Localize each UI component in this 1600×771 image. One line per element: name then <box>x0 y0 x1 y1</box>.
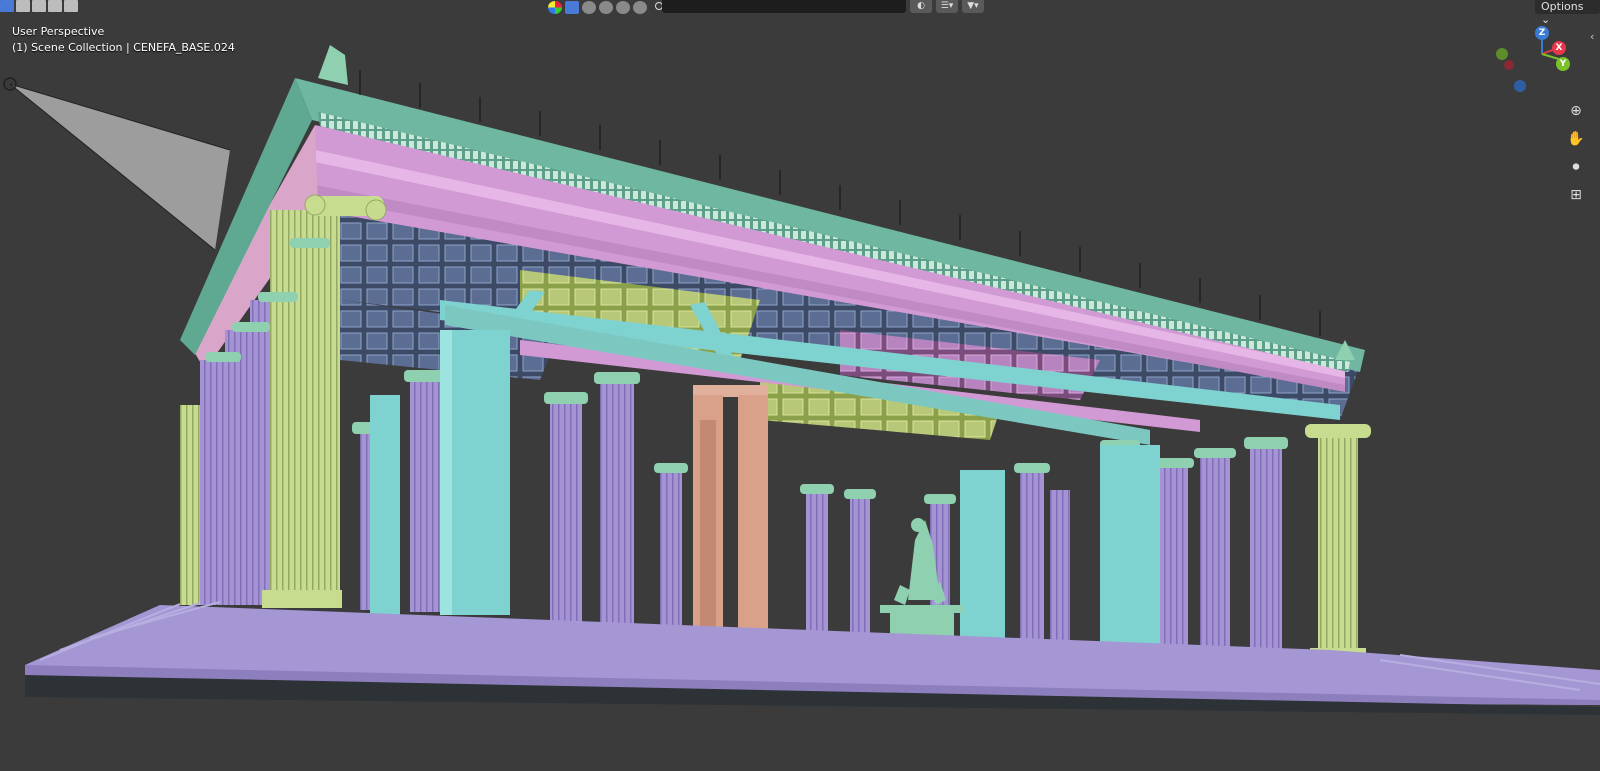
select-extend-icon[interactable] <box>16 0 30 12</box>
viewport-info: User Perspective (1) Scene Collection | … <box>12 24 235 56</box>
search-input[interactable] <box>662 0 906 13</box>
sidebar-toggle-icon[interactable]: ‹ <box>1590 30 1594 43</box>
grid-icon[interactable]: ⊞ <box>1565 184 1587 206</box>
select-mode-toolbar[interactable] <box>0 0 78 12</box>
hand-icon[interactable]: ✋ <box>1565 128 1587 150</box>
overlay-toggle-icon[interactable]: ◐ <box>910 0 932 13</box>
navigation-gizmo[interactable]: Z X Y <box>1496 24 1590 104</box>
camera-icon[interactable]: ⏺ <box>1565 156 1587 178</box>
z-label: Z <box>1538 28 1546 38</box>
gizmo-y-axis[interactable]: Y <box>1556 57 1570 71</box>
color-picker-icon[interactable] <box>548 0 562 14</box>
options-dropdown[interactable]: Options ⌄ <box>1535 0 1600 26</box>
object-type-visibility-icon[interactable] <box>565 0 579 14</box>
wireframe-shading-icon[interactable] <box>582 0 596 14</box>
zoom-icon[interactable]: ⊕ <box>1565 100 1587 122</box>
select-subtract-icon[interactable] <box>32 0 46 12</box>
select-intersect-icon[interactable] <box>64 0 78 12</box>
solid-shading-icon[interactable] <box>599 0 613 14</box>
options-label: Options <box>1541 0 1584 13</box>
gizmo-neg-y-axis[interactable] <box>1496 48 1508 60</box>
select-difference-icon[interactable] <box>48 0 62 12</box>
gizmo-lines <box>1541 34 1563 61</box>
header-dropdowns[interactable]: ◐ ☰▾ ▼▾ <box>910 0 984 13</box>
y-label: Y <box>1559 59 1567 69</box>
rendered-shading-icon[interactable] <box>633 0 647 14</box>
gizmo-x-axis[interactable]: X <box>1552 41 1566 55</box>
view-name: User Perspective <box>12 25 105 38</box>
material-shading-icon[interactable] <box>616 0 630 14</box>
3d-viewport[interactable]: ◐ ☰▾ ▼▾ Options ⌄ ‹ User Perspective (1)… <box>0 0 1600 771</box>
gizmo-neg-z-axis[interactable] <box>1514 80 1526 92</box>
x-label: X <box>1555 43 1563 53</box>
viewport-navigation[interactable]: ⊕ ✋ ⏺ ⊞ <box>1565 100 1587 206</box>
viewport-shading-bar[interactable] <box>548 0 666 14</box>
gizmo-z-axis[interactable]: Z <box>1535 26 1549 40</box>
collection-info: (1) Scene Collection | CENEFA_BASE.024 <box>12 41 235 54</box>
display-mode-dropdown[interactable]: ☰▾ <box>936 0 958 13</box>
gizmo-neg-x-axis[interactable] <box>1504 60 1514 70</box>
temple-scene <box>3 45 1600 715</box>
select-box-icon[interactable] <box>0 0 14 12</box>
filter-dropdown[interactable]: ▼▾ <box>962 0 984 13</box>
